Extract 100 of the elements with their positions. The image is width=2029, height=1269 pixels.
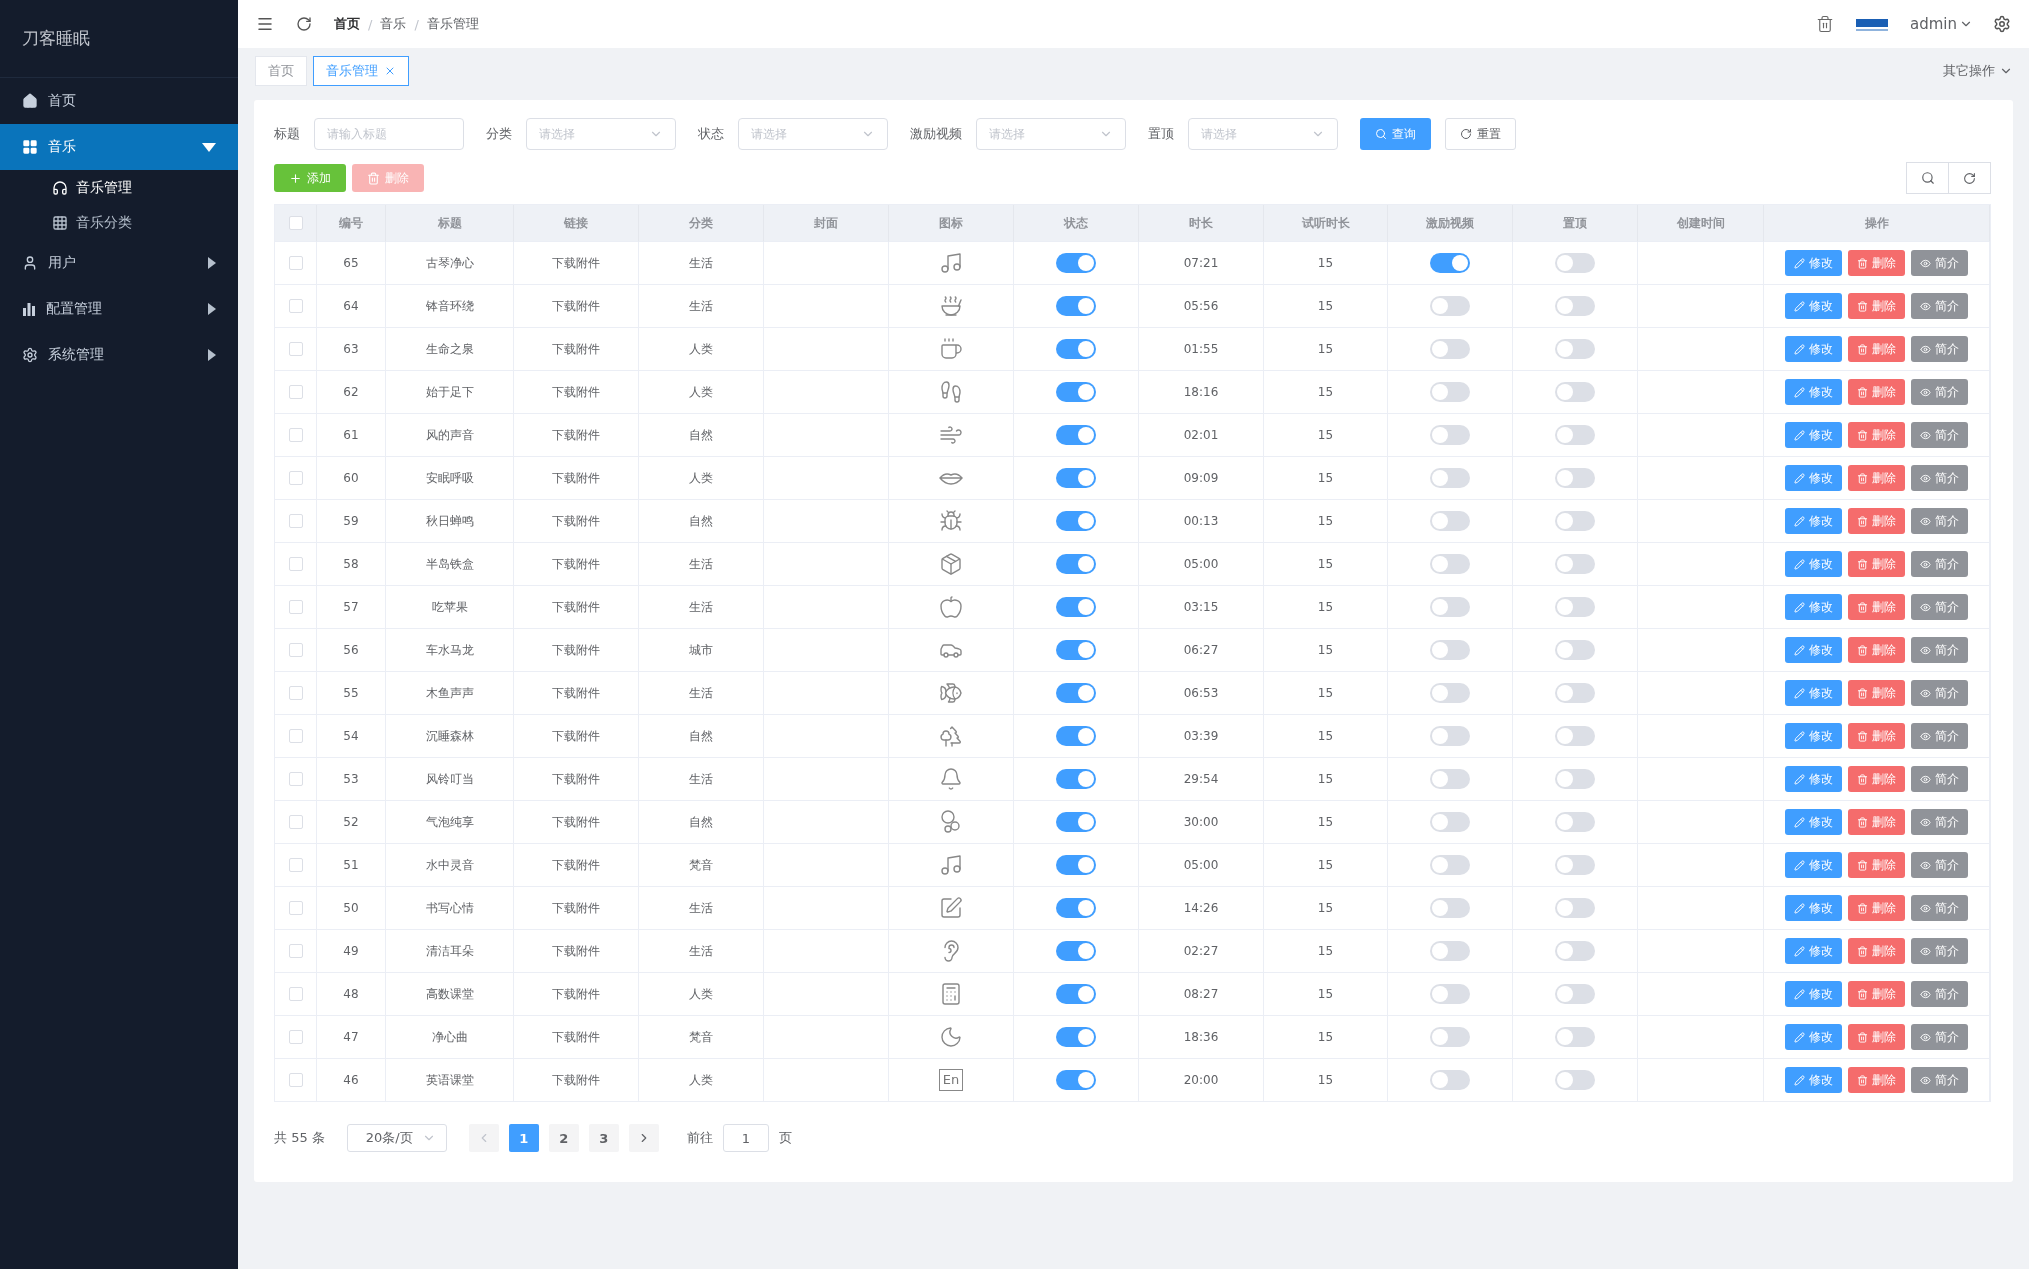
status-switch[interactable] — [1056, 941, 1096, 961]
page-button[interactable]: 3 — [588, 1124, 619, 1152]
info-button[interactable]: 简介 — [1911, 809, 1968, 835]
page-tab[interactable]: 音乐管理 — [313, 56, 409, 86]
reward-video-switch[interactable] — [1430, 855, 1470, 875]
checkbox[interactable] — [288, 858, 303, 872]
reward-video-switch[interactable] — [1430, 339, 1470, 359]
checkbox[interactable] — [288, 428, 303, 442]
sidebar-item[interactable]: 音乐 — [0, 124, 238, 170]
pin-switch[interactable] — [1555, 683, 1595, 703]
checkbox[interactable] — [288, 216, 303, 230]
sidebar-subitem[interactable]: 音乐管理 — [0, 170, 238, 205]
edit-button[interactable]: 修改 — [1785, 1024, 1842, 1050]
edit-button[interactable]: 修改 — [1785, 852, 1842, 878]
reward-video-switch[interactable] — [1430, 382, 1470, 402]
edit-button[interactable]: 修改 — [1785, 250, 1842, 276]
edit-button[interactable]: 修改 — [1785, 723, 1842, 749]
edit-button[interactable]: 修改 — [1785, 766, 1842, 792]
user-menu[interactable]: admin — [1910, 15, 1973, 33]
edit-button[interactable]: 修改 — [1785, 938, 1842, 964]
checkbox[interactable] — [288, 1030, 303, 1044]
delete-button[interactable]: 删除 — [1848, 895, 1905, 921]
status-switch[interactable] — [1056, 554, 1096, 574]
pin-switch[interactable] — [1555, 511, 1595, 531]
reward-video-switch[interactable] — [1430, 941, 1470, 961]
info-button[interactable]: 简介 — [1911, 508, 1968, 534]
delete-button[interactable]: 删除 — [1848, 1067, 1905, 1093]
page-input[interactable]: 1 — [722, 1124, 769, 1152]
page-button[interactable]: 1 — [508, 1124, 539, 1152]
pin-switch[interactable] — [1555, 468, 1595, 488]
reward-video-switch[interactable] — [1430, 640, 1470, 660]
reward-video-switch[interactable] — [1430, 898, 1470, 918]
menu-icon[interactable] — [256, 15, 274, 33]
checkbox[interactable] — [288, 600, 303, 614]
reward-video-switch[interactable] — [1430, 769, 1470, 789]
select-field[interactable]: 请选择 — [738, 118, 888, 150]
info-button[interactable]: 简介 — [1911, 293, 1968, 319]
sidebar-item[interactable]: 首页 — [0, 78, 238, 124]
search-button[interactable]: 查询 — [1360, 118, 1431, 150]
status-switch[interactable] — [1056, 898, 1096, 918]
checkbox[interactable] — [288, 342, 303, 356]
checkbox[interactable] — [288, 514, 303, 528]
info-button[interactable]: 简介 — [1911, 1024, 1968, 1050]
edit-button[interactable]: 修改 — [1785, 379, 1842, 405]
delete-button[interactable]: 删除 — [1848, 422, 1905, 448]
pin-switch[interactable] — [1555, 253, 1595, 273]
delete-button[interactable]: 删除 — [1848, 1024, 1905, 1050]
delete-button[interactable]: 删除 — [1848, 637, 1905, 663]
edit-button[interactable]: 修改 — [1785, 809, 1842, 835]
reward-video-switch[interactable] — [1430, 726, 1470, 746]
delete-button[interactable]: 删除 — [1848, 852, 1905, 878]
info-button[interactable]: 简介 — [1911, 422, 1968, 448]
checkbox[interactable] — [288, 944, 303, 958]
info-button[interactable]: 简介 — [1911, 250, 1968, 276]
title-input[interactable]: 请输入标题 — [314, 118, 464, 150]
page-tab[interactable]: 首页 — [255, 56, 307, 86]
delete-button[interactable]: 删除 — [1848, 938, 1905, 964]
delete-button[interactable]: 删除 — [1848, 250, 1905, 276]
info-button[interactable]: 简介 — [1911, 766, 1968, 792]
info-button[interactable]: 简介 — [1911, 379, 1968, 405]
reward-video-switch[interactable] — [1430, 1027, 1470, 1047]
pin-switch[interactable] — [1555, 425, 1595, 445]
delete-button[interactable]: 删除 — [1848, 508, 1905, 534]
status-switch[interactable] — [1056, 1070, 1096, 1090]
status-switch[interactable] — [1056, 769, 1096, 789]
info-button[interactable]: 简介 — [1911, 680, 1968, 706]
info-button[interactable]: 简介 — [1911, 336, 1968, 362]
edit-button[interactable]: 修改 — [1785, 981, 1842, 1007]
reward-video-switch[interactable] — [1430, 253, 1470, 273]
page-size-select[interactable]: 20条/页 — [346, 1124, 447, 1152]
refresh-button[interactable] — [1948, 162, 1991, 194]
status-switch[interactable] — [1056, 640, 1096, 660]
reward-video-switch[interactable] — [1430, 468, 1470, 488]
checkbox[interactable] — [288, 256, 303, 270]
pin-switch[interactable] — [1555, 296, 1595, 316]
delete-button[interactable]: 删除 — [1848, 766, 1905, 792]
status-switch[interactable] — [1056, 683, 1096, 703]
pin-switch[interactable] — [1555, 597, 1595, 617]
checkbox[interactable] — [288, 729, 303, 743]
status-switch[interactable] — [1056, 382, 1096, 402]
delete-button[interactable]: 删除 — [1848, 336, 1905, 362]
info-button[interactable]: 简介 — [1911, 1067, 1968, 1093]
info-button[interactable]: 简介 — [1911, 723, 1968, 749]
breadcrumb-item[interactable]: 音乐 — [380, 15, 407, 33]
info-button[interactable]: 简介 — [1911, 594, 1968, 620]
delete-button[interactable]: 删除 — [1848, 379, 1905, 405]
delete-button[interactable]: 删除 — [1848, 723, 1905, 749]
next-page-button[interactable] — [628, 1124, 659, 1152]
delete-button[interactable]: 删除 — [1848, 465, 1905, 491]
status-switch[interactable] — [1056, 468, 1096, 488]
edit-button[interactable]: 修改 — [1785, 422, 1842, 448]
info-button[interactable]: 简介 — [1911, 981, 1968, 1007]
reward-video-switch[interactable] — [1430, 511, 1470, 531]
edit-button[interactable]: 修改 — [1785, 551, 1842, 577]
status-switch[interactable] — [1056, 1027, 1096, 1047]
pin-switch[interactable] — [1555, 898, 1595, 918]
select-field[interactable]: 请选择 — [526, 118, 676, 150]
delete-button[interactable]: 删除 — [1848, 809, 1905, 835]
pin-switch[interactable] — [1555, 339, 1595, 359]
prev-page-button[interactable] — [468, 1124, 499, 1152]
